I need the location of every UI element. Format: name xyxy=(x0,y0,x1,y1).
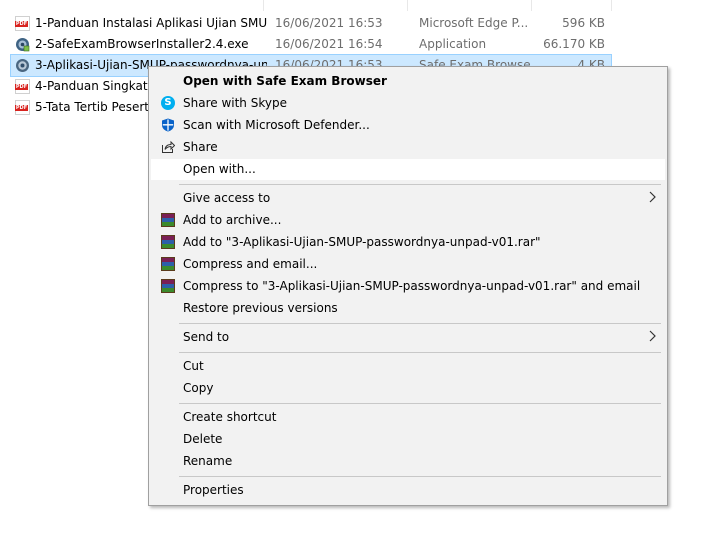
context-menu: Open with Safe Exam Browser S Share with… xyxy=(148,66,668,506)
menu-item-label: Rename xyxy=(183,454,233,468)
menu-item-label: Delete xyxy=(183,432,223,446)
menu-item-label: Add to "3-Aplikasi-Ujian-SMUP-passwordny… xyxy=(183,235,541,249)
menu-item-scan-defender[interactable]: Scan with Microsoft Defender... xyxy=(151,115,665,136)
file-row[interactable]: 2-SafeExamBrowserInstaller2.4.exe 16/06/… xyxy=(11,34,611,55)
pdf-icon: PDF xyxy=(15,100,30,115)
menu-item-cut[interactable]: Cut xyxy=(151,356,665,377)
share-icon xyxy=(161,140,176,154)
menu-item-share[interactable]: Share xyxy=(151,137,665,158)
pdf-icon: PDF xyxy=(15,16,30,31)
menu-item-label: Compress to "3-Aplikasi-Ujian-SMUP-passw… xyxy=(183,279,641,293)
menu-item-add-to-rar[interactable]: Add to "3-Aplikasi-Ujian-SMUP-passwordny… xyxy=(151,232,665,253)
menu-item-label: Send to xyxy=(183,330,230,344)
menu-item-delete[interactable]: Delete xyxy=(151,429,665,450)
menu-item-label: Give access to xyxy=(183,191,271,205)
pdf-icon: PDF xyxy=(15,79,30,94)
chevron-right-icon xyxy=(647,190,657,204)
winrar-icon xyxy=(161,279,175,293)
menu-item-label: Share xyxy=(183,140,218,154)
file-date: 16/06/2021 16:54 xyxy=(275,37,383,51)
file-date: 16/06/2021 16:53 xyxy=(275,16,383,30)
file-name: 1-Panduan Instalasi Aplikasi Ujian SMUP.… xyxy=(35,16,267,30)
file-type: Application xyxy=(419,37,487,51)
menu-separator xyxy=(179,323,661,324)
menu-separator xyxy=(179,403,661,404)
file-name: 2-SafeExamBrowserInstaller2.4.exe xyxy=(35,37,249,51)
seb-config-icon xyxy=(15,58,30,73)
winrar-icon xyxy=(161,213,175,227)
skype-icon: S xyxy=(161,96,175,110)
menu-item-send-to[interactable]: Send to xyxy=(151,327,665,348)
menu-separator xyxy=(179,352,661,353)
menu-item-compress-to-rar-email[interactable]: Compress to "3-Aplikasi-Ujian-SMUP-passw… xyxy=(151,276,665,297)
defender-shield-icon xyxy=(161,118,175,132)
winrar-icon xyxy=(161,235,175,249)
winrar-icon xyxy=(161,257,175,271)
column-separator[interactable] xyxy=(407,0,408,11)
menu-item-label: Cut xyxy=(183,359,204,373)
menu-item-create-shortcut[interactable]: Create shortcut xyxy=(151,407,665,428)
menu-item-label: Properties xyxy=(183,483,244,497)
menu-item-open-with-seb[interactable]: Open with Safe Exam Browser xyxy=(151,71,665,92)
column-separator[interactable] xyxy=(611,0,612,11)
menu-item-properties[interactable]: Properties xyxy=(151,480,665,501)
installer-icon xyxy=(15,37,30,52)
menu-item-label: Compress and email... xyxy=(183,257,318,271)
menu-item-copy[interactable]: Copy xyxy=(151,378,665,399)
menu-item-label: Share with Skype xyxy=(183,96,287,110)
menu-item-give-access[interactable]: Give access to xyxy=(151,188,665,209)
file-size: 66.170 KB xyxy=(543,37,605,51)
menu-item-label: Open with Safe Exam Browser xyxy=(183,74,387,88)
menu-item-label: Open with... xyxy=(183,162,256,176)
menu-item-add-archive[interactable]: Add to archive... xyxy=(151,210,665,231)
menu-item-open-with[interactable]: Open with... xyxy=(151,159,665,180)
menu-item-label: Create shortcut xyxy=(183,410,277,424)
column-separator[interactable] xyxy=(263,0,264,11)
column-separator[interactable] xyxy=(531,0,532,11)
file-row[interactable]: PDF 1-Panduan Instalasi Aplikasi Ujian S… xyxy=(11,13,611,34)
menu-item-share-skype[interactable]: S Share with Skype xyxy=(151,93,665,114)
file-type: Microsoft Edge P... xyxy=(419,16,529,30)
file-size: 596 KB xyxy=(562,16,605,30)
menu-item-compress-email[interactable]: Compress and email... xyxy=(151,254,665,275)
menu-item-label: Copy xyxy=(183,381,214,395)
menu-separator xyxy=(179,476,661,477)
menu-item-label: Scan with Microsoft Defender... xyxy=(183,118,370,132)
menu-separator xyxy=(179,184,661,185)
menu-item-label: Restore previous versions xyxy=(183,301,338,315)
chevron-right-icon xyxy=(647,329,657,343)
menu-item-rename[interactable]: Rename xyxy=(151,451,665,472)
menu-item-label: Add to archive... xyxy=(183,213,282,227)
menu-item-restore-versions[interactable]: Restore previous versions xyxy=(151,298,665,319)
